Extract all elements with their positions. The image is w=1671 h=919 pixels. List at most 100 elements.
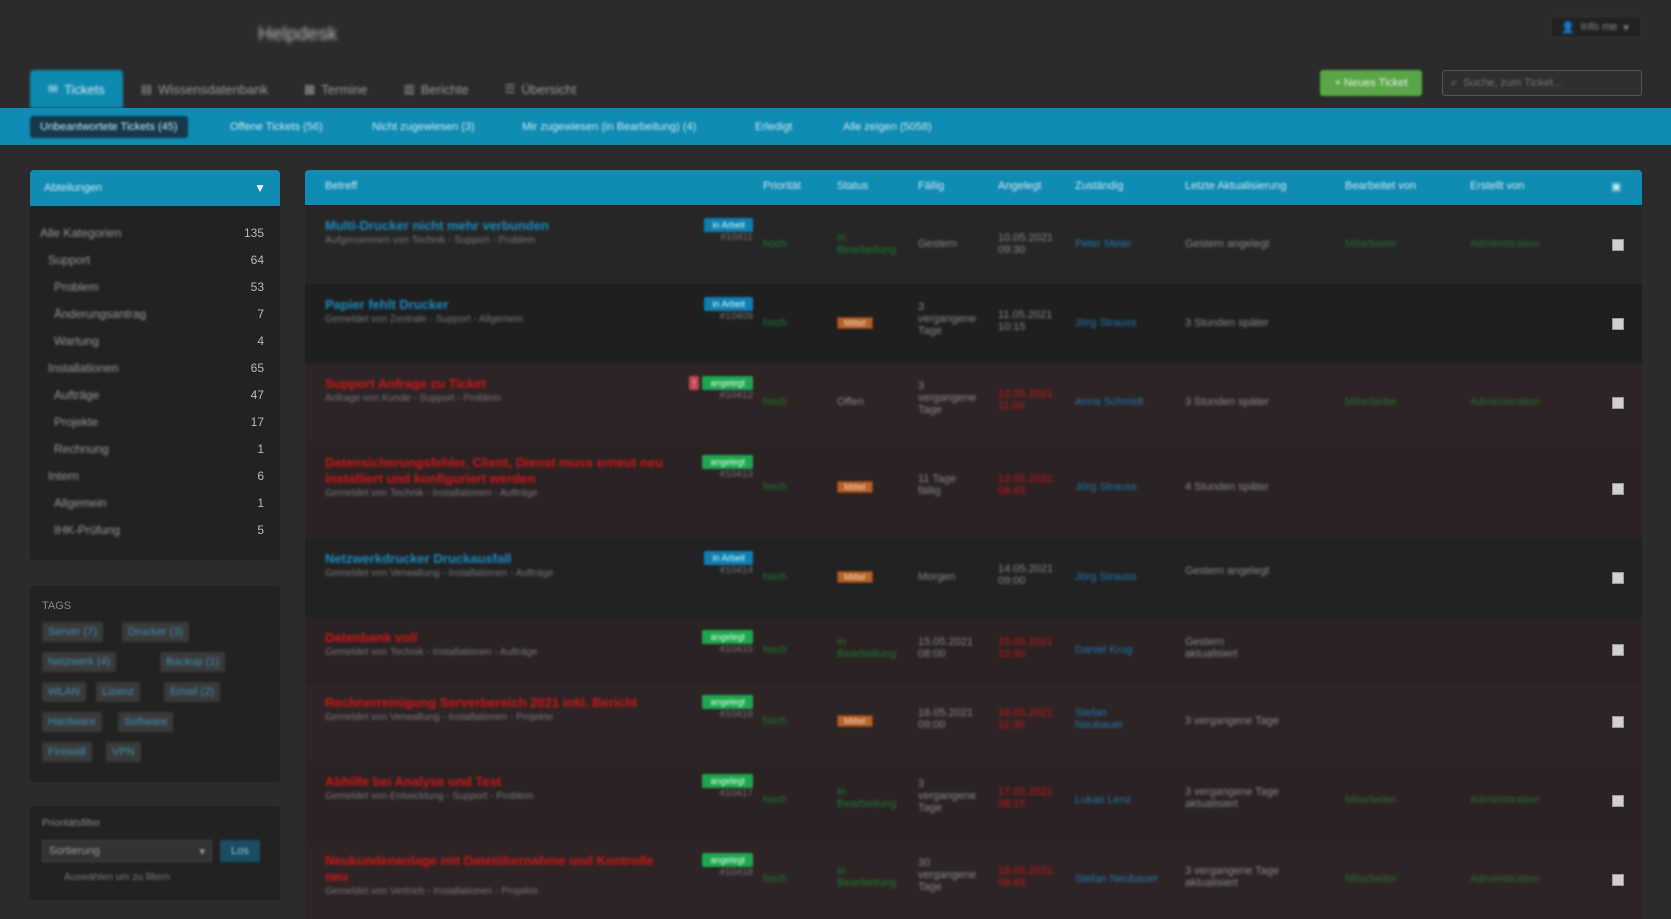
assignee-link[interactable]: Stefan Neubauer (1075, 873, 1158, 885)
tag-chip[interactable]: VPN (106, 742, 141, 762)
filter-icon[interactable]: ▼ (254, 181, 266, 195)
category-count: 17 (250, 415, 264, 429)
table-row[interactable]: Datenbank voll Gemeldet von Technik - In… (305, 617, 1642, 682)
tag-chip[interactable]: Netzwerk (4) (42, 652, 117, 672)
row-checkbox[interactable] (1612, 644, 1624, 656)
col-priority[interactable]: Priorität (763, 180, 801, 192)
assignee-link[interactable]: Stefan Neubauer (1075, 707, 1155, 731)
filter-done[interactable]: Erledigt (745, 116, 802, 138)
user-icon: 👤 (1561, 21, 1575, 34)
category-item[interactable]: Allgemein 1 (40, 494, 264, 512)
filter-unanswered[interactable]: Unbeantwortete Tickets (45) (30, 116, 188, 138)
table-row[interactable]: Multi-Drucker nicht mehr verbunden Aufge… (305, 205, 1642, 284)
table-row[interactable]: Support Anfrage zu Ticket Anfrage von Ku… (305, 363, 1642, 442)
col-edited-by[interactable]: Bearbeitet von (1345, 180, 1416, 192)
state-value: In Bearbeitung (837, 865, 897, 889)
tag-chip[interactable]: Backup (1) (160, 652, 226, 672)
ticket-subject[interactable]: Multi-Drucker nicht mehr verbunden (325, 218, 665, 234)
col-status[interactable]: Status (837, 180, 868, 192)
tab-overview[interactable]: ☰ Übersicht (487, 70, 595, 108)
assignee-link[interactable]: Jörg Strauss (1075, 481, 1137, 493)
table-row[interactable]: Papier fehlt Drucker Gemeldet von Zentra… (305, 284, 1642, 363)
priority-filter-note: Auswählen um zu filtern (64, 872, 171, 883)
priority-select[interactable]: Sortierung ▾ (42, 840, 212, 862)
tag-chip[interactable]: Email (2) (164, 682, 221, 702)
row-checkbox[interactable] (1612, 318, 1624, 330)
tag-chip[interactable]: Hardware (42, 712, 102, 732)
priority-apply-button[interactable]: Los (220, 840, 260, 862)
ticket-subject[interactable]: Abhilfe bei Analyse und Test (325, 774, 665, 790)
table-row[interactable]: Datensicherungsfehler, Client, Dienst mu… (305, 442, 1642, 538)
assignee-link[interactable]: Lukas Lenz (1075, 794, 1131, 806)
assignee-link[interactable]: Jörg Strauss (1075, 317, 1137, 329)
category-item[interactable]: IHK-Prüfung 5 (40, 521, 264, 539)
columns-icon[interactable]: ▣ (1611, 180, 1621, 193)
tag-chip[interactable]: Firewall (42, 742, 92, 762)
tab-tickets[interactable]: ✉ Tickets (30, 70, 123, 108)
category-label: Allgemein (54, 496, 107, 510)
new-ticket-button[interactable]: + Neues Ticket (1320, 70, 1422, 96)
category-label: Wartung (54, 334, 99, 348)
ticket-subject[interactable]: Support Anfrage zu Ticket (325, 376, 665, 392)
ticket-subject[interactable]: Rechnerreinigung Serverbereich 2021 inkl… (325, 695, 675, 711)
tag-chip[interactable]: Server (7) (42, 622, 103, 642)
table-row[interactable]: Abhilfe bei Analyse und Test Gemeldet vo… (305, 761, 1642, 840)
ticket-subject[interactable]: Datenbank voll (325, 630, 665, 646)
row-checkbox[interactable] (1612, 572, 1624, 584)
ticket-subject[interactable]: Papier fehlt Drucker (325, 297, 665, 313)
category-item[interactable]: Support 64 (40, 251, 264, 269)
tag-chip[interactable]: Software (118, 712, 174, 732)
category-item[interactable]: Aufträge 47 (40, 386, 264, 404)
tag-chip[interactable]: Lizenz (96, 682, 140, 702)
ticket-meta: Gemeldet von Technik - Installationen - … (325, 647, 538, 658)
category-item[interactable]: Projekte 17 (40, 413, 264, 431)
tab-calendar[interactable]: ▦ Termine (286, 70, 386, 108)
category-item[interactable]: Alle Kategorien 135 (40, 224, 264, 242)
category-item[interactable]: Intern 6 (40, 467, 264, 485)
category-item[interactable]: Problem 53 (40, 278, 264, 296)
user-menu-button[interactable]: 👤 Info me ▾ (1550, 16, 1642, 38)
table-row[interactable]: Rechnerreinigung Serverbereich 2021 inkl… (305, 682, 1642, 761)
calendar-icon: ▦ (303, 82, 316, 96)
assignee-link[interactable]: Jörg Strauss (1075, 571, 1137, 583)
table-row[interactable]: Neukundenanlage mit Dateiübernahme und K… (305, 840, 1642, 919)
app-brand[interactable]: Helpdesk (258, 24, 370, 48)
col-due[interactable]: Fällig (918, 180, 944, 192)
row-checkbox[interactable] (1612, 795, 1624, 807)
row-checkbox[interactable] (1612, 483, 1624, 495)
filter-all[interactable]: Alle zeigen (5058) (833, 116, 942, 138)
created-value: 17.05.2021 08:15 (998, 786, 1054, 810)
category-item[interactable]: Installationen 65 (40, 359, 264, 377)
category-item[interactable]: Wartung 4 (40, 332, 264, 350)
updated-value: 4 Stunden später (1185, 481, 1269, 493)
category-item[interactable]: Änderungsantrag 7 (40, 305, 264, 323)
filter-assigned-to-me[interactable]: Mir zugewiesen (in Bearbeitung) (4) (512, 116, 706, 138)
filter-unassigned[interactable]: Nicht zugewiesen (3) (362, 116, 485, 138)
col-subject[interactable]: Betreff (325, 180, 357, 192)
ticket-subject[interactable]: Neukundenanlage mit Dateiübernahme und K… (325, 853, 675, 885)
col-updated[interactable]: Letzte Aktualisierung (1185, 180, 1287, 192)
row-checkbox[interactable] (1612, 716, 1624, 728)
col-created[interactable]: Angelegt (998, 180, 1041, 192)
col-assignee[interactable]: Zuständig (1075, 180, 1123, 192)
filter-open[interactable]: Offene Tickets (56) (220, 116, 333, 138)
category-label: Projekte (54, 415, 99, 429)
row-checkbox[interactable] (1612, 239, 1624, 251)
assignee-link[interactable]: Anna Schmidt (1075, 396, 1143, 408)
ticket-subject[interactable]: Datensicherungsfehler, Client, Dienst mu… (325, 455, 675, 487)
tab-reports[interactable]: ▥ Berichte (386, 70, 487, 108)
priority-value: hoch (763, 238, 787, 250)
assignee-link[interactable]: Daniel Krug (1075, 644, 1132, 656)
search-input[interactable] (1463, 77, 1629, 89)
category-item[interactable]: Rechnung 1 (40, 440, 264, 458)
row-checkbox[interactable] (1612, 874, 1624, 886)
row-checkbox[interactable] (1612, 397, 1624, 409)
assignee-link[interactable]: Peter Meier (1075, 238, 1132, 250)
tab-knowledge-base[interactable]: ▤ Wissensdatenbank (123, 70, 286, 108)
updated-value: Gestern aktualisiert (1185, 636, 1238, 660)
ticket-subject[interactable]: Netzwerkdrucker Druckausfall (325, 551, 665, 567)
table-row[interactable]: Netzwerkdrucker Druckausfall Gemeldet vo… (305, 538, 1642, 617)
tag-chip[interactable]: WLAN (42, 682, 86, 702)
tag-chip[interactable]: Drucker (3) (122, 622, 190, 642)
col-created-by[interactable]: Erstellt von (1470, 180, 1524, 192)
